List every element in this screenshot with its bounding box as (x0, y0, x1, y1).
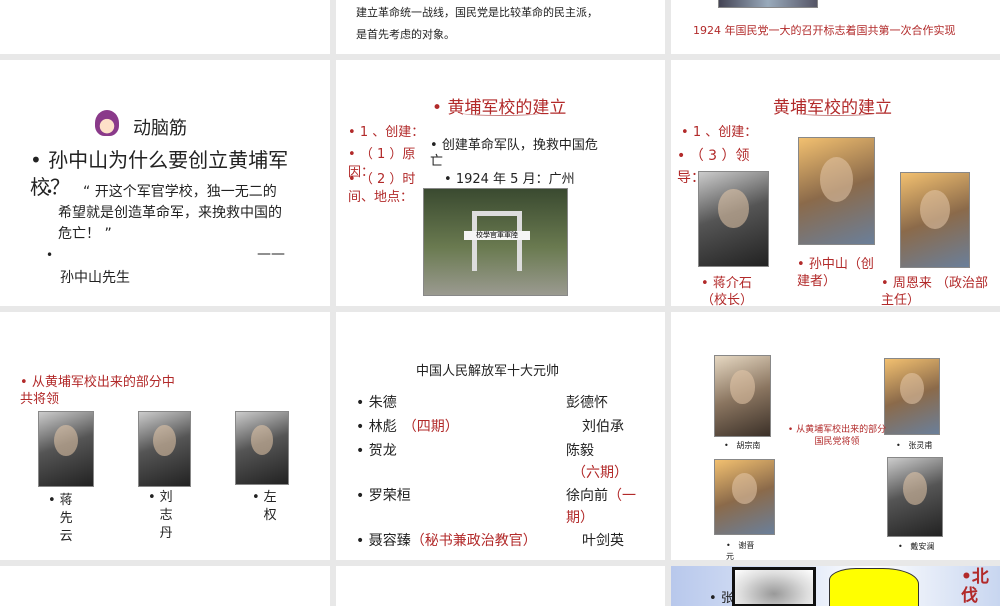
reason-text: • 创建革命军队，挽救中国危亡 (430, 138, 598, 169)
person-label: • 张灵甫 (896, 441, 933, 450)
person-label: • 戴安澜 (898, 542, 935, 551)
person-label: • 蒋介石（校长） (701, 276, 754, 306)
person-label: • 胡宗南 (724, 441, 761, 450)
slide-thumbnail-4[interactable]: 动脑筋 • 孙中山为什么要创立黄埔军校？ “ 开这个军官学校，独一无二的希望就是… (0, 60, 330, 306)
hu-zongnan-photo (714, 355, 771, 437)
xie-jinyuan-photo (714, 459, 775, 535)
title-ornament (461, 110, 541, 116)
label: 张灵甫 (908, 441, 933, 450)
label: 蒋先云 (59, 493, 73, 544)
name: 彭德怀 (566, 395, 608, 411)
name: 贺龙 (368, 443, 397, 459)
slide-thumbnail-6[interactable]: 黄埔军校的建立 • 1 、创建： • （ 3 ）领导： • 蒋介石（校长） • … (671, 60, 1000, 306)
name: 朱德 (368, 395, 397, 411)
item: • 1 、创建： (681, 125, 758, 140)
name: 陈毅 (566, 443, 594, 459)
zuo-quan-photo (235, 411, 289, 485)
item: • 1 、创建： (348, 125, 425, 140)
person-label: • 孙中山（创建者） (797, 257, 874, 289)
note: （四期） (402, 419, 459, 435)
name: 徐向前 (566, 488, 608, 504)
name: 刘伯承 (582, 419, 624, 435)
marshal-row: • 林彪 （四期） 刘伯承 (356, 416, 656, 440)
slide-caption: 1924 年国民党一大的召开标志着国共第一次合作实现 (693, 24, 956, 37)
quote-text: “ 开这个军官学校，独一无二的希望就是创造革命军，来挽救中国的危亡！ ” (58, 184, 282, 242)
time-text: • 1924 年 5 月：广州黄埔 (444, 171, 584, 205)
bullet: • (46, 248, 54, 262)
item-text: 1 、创建： (359, 125, 425, 140)
person-label: • 左权 (252, 490, 277, 523)
slide-title: 中国人民解放军十大元帅 (416, 364, 560, 379)
slide-heading: • 从黄埔军校出来的部分中共将领 (20, 375, 175, 407)
slide-text-line: 是首先考虑的对象。 (356, 28, 455, 41)
note: （六期） (572, 465, 628, 481)
reason: 创建革命军队，挽救中国危亡 (430, 138, 598, 169)
person-label: • 蒋先云 (48, 493, 73, 544)
label: 蒋介石（校长） (701, 276, 754, 306)
label: 胡宗南 (736, 441, 761, 450)
slide-thumbnail-7[interactable]: • 从黄埔军校出来的部分中共将领 • 蒋先云 • 刘志丹 • 左权 (0, 312, 330, 560)
item-text: 1 、创建： (692, 125, 758, 140)
heading-text: 从黄埔军校出来的部分国民党将领 (796, 425, 887, 447)
sun-yatsen-photo (798, 137, 875, 245)
zhang-lingfu-photo (884, 358, 940, 435)
label: 周恩来 （政治部主任） (881, 276, 988, 306)
liu-zhidan-photo (138, 411, 191, 487)
congress-photo (718, 0, 818, 8)
slide-heading: • 从黄埔军校出来的部分国民党将领 (787, 425, 887, 447)
gate-sign: 校學官軍軍陸 (464, 231, 530, 240)
girl-cartoon-icon (95, 110, 119, 136)
jiang-xianyun-photo (38, 411, 94, 487)
slide-thumbnail-12[interactable]: • 张 •北伐 (671, 566, 1000, 606)
slide-thumbnail-9[interactable]: • 从黄埔军校出来的部分国民党将领 • 胡宗南 • 张灵甫 • 谢晋元 • 戴安… (671, 312, 1000, 560)
heading-text: 从黄埔军校出来的部分中共将领 (20, 375, 175, 407)
title-ornament (796, 110, 876, 116)
whampoa-gate-photo: 校學官軍軍陸 (423, 188, 568, 296)
note: （秘书兼政治教官） (410, 533, 537, 549)
title-text: 北伐 (961, 567, 989, 606)
marshal-row: • 贺龙 陈毅（六期） (356, 443, 628, 481)
portrait-photo (732, 567, 816, 606)
label: 谢晋元 (726, 541, 755, 560)
slide-thumbnail-5[interactable]: • 黄埔军校的建立 • 1 、创建： • （ 1 ）原因： • （ 2 ）时间、… (336, 60, 665, 306)
slide-thumbnail-3[interactable]: 1924 年国民党一大的召开标志着国共第一次合作实现 (671, 0, 1000, 54)
slide-heading: 动脑筋 (133, 118, 187, 139)
marshal-list: • 朱德 彭德怀 • 林彪 （四期） 刘伯承 • 贺龙 陈毅（六期） • 罗荣桓 徐向前（… (356, 392, 656, 554)
slide-thumbnail-10[interactable] (0, 566, 330, 606)
name: 叶剑英 (582, 533, 624, 549)
label: 孙中山（创建者） (797, 257, 874, 289)
chiang-kaishek-photo (698, 171, 769, 267)
quote-author: 孙中山先生 (60, 270, 130, 286)
slide-thumbnail-1[interactable] (0, 0, 330, 54)
name: 聂容臻 (368, 533, 411, 549)
marshal-row: • 聂容臻（秘书兼政治教官） 叶剑英 (356, 530, 656, 554)
person-label: • 谢晋元 (726, 541, 755, 560)
label: 戴安澜 (910, 542, 935, 551)
side-title: •北伐 (961, 567, 989, 606)
marshal-row: • 朱德 彭德怀 (356, 392, 656, 416)
slide-thumbnail-2[interactable]: 建立革命统一战线，国民党是比较革命的民主派， 是首先考虑的对象。 (336, 0, 665, 54)
china-map (829, 568, 919, 606)
zhou-enlai-photo (900, 172, 970, 268)
person-label: • 刘志丹 (148, 490, 173, 541)
slide-text-line: 建立革命统一战线，国民党是比较革命的民主派， (356, 6, 598, 19)
bullet: • (46, 185, 54, 199)
name: 林彪 (368, 419, 397, 435)
item-text: （ 2 ）时间、地点： (348, 172, 416, 205)
name: 罗荣桓 (368, 488, 411, 504)
dai-anlan-photo (887, 457, 943, 537)
dash: —— (257, 246, 285, 262)
slide-thumbnail-11[interactable] (336, 566, 665, 606)
label: 刘志丹 (159, 490, 173, 541)
bullet-text: • 张 (709, 591, 734, 606)
item: • （ 2 ）时间、地点： (348, 172, 416, 205)
marshal-row: • 罗荣桓 徐向前（一期） (356, 488, 636, 526)
label: 左权 (263, 490, 277, 523)
person-label: • 周恩来 （政治部主任） (881, 276, 988, 306)
slide-thumbnail-8[interactable]: 中国人民解放军十大元帅 • 朱德 彭德怀 • 林彪 （四期） 刘伯承 • 贺龙 陈毅（六… (336, 312, 665, 560)
